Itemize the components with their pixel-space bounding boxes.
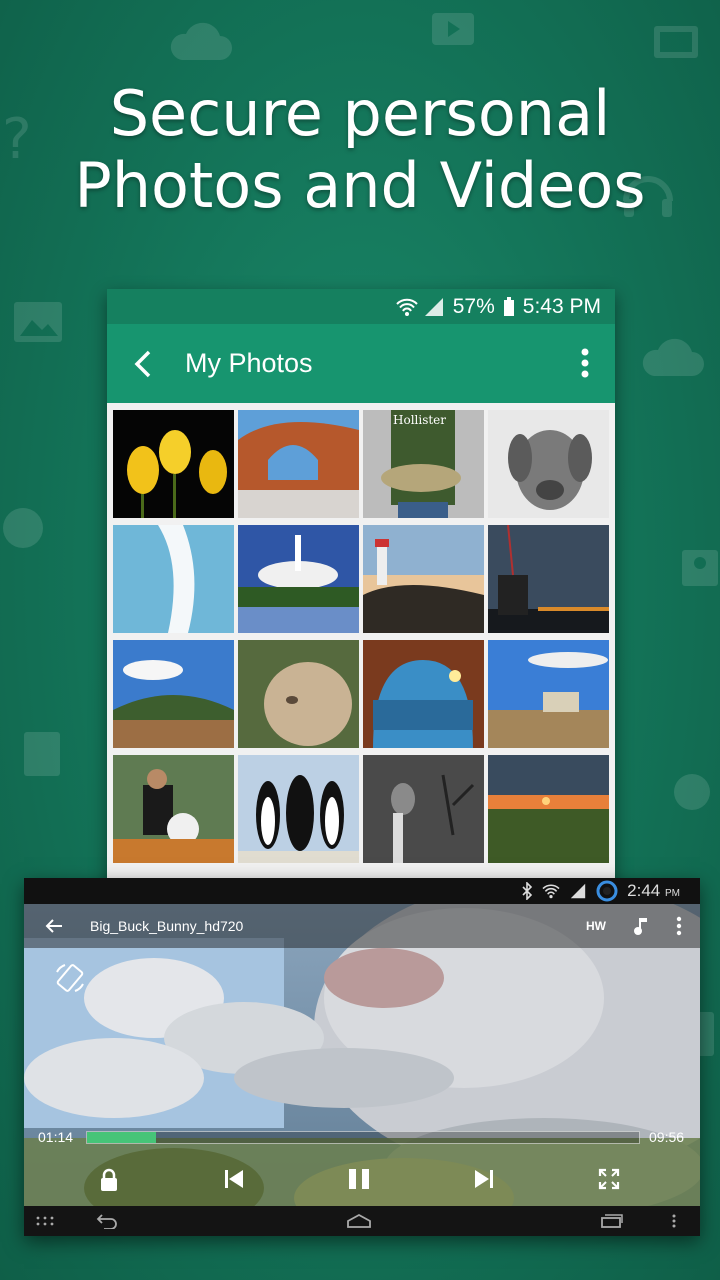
headline-line-2: Photos and Videos <box>74 149 646 222</box>
nav-menu-icon[interactable] <box>672 1214 676 1228</box>
status-bar: 57% 5:43 PM <box>107 289 615 324</box>
document-icon <box>24 732 60 776</box>
signal-icon <box>570 883 586 899</box>
seek-bar-fill <box>87 1131 156 1143</box>
cloud-icon-2 <box>642 338 704 376</box>
photo-sea-cave[interactable] <box>363 640 484 748</box>
photo-penguins[interactable] <box>238 755 359 863</box>
hw-decoder-button[interactable]: HW <box>586 919 606 933</box>
next-icon[interactable] <box>474 1168 494 1190</box>
playback-controls <box>24 1158 700 1202</box>
app-grid-icon[interactable] <box>36 1216 56 1226</box>
seek-bar[interactable] <box>86 1130 640 1144</box>
photo-grid: Hollister <box>113 410 609 863</box>
globe-icon <box>3 508 43 548</box>
app-bar: My Photos <box>107 324 615 403</box>
lock-icon[interactable] <box>99 1168 119 1192</box>
cloud-icon <box>170 22 232 60</box>
battery-percent: 57% <box>452 294 495 318</box>
photo-shuttle-launch[interactable] <box>238 525 359 633</box>
film-icon <box>654 26 698 58</box>
more-vert-icon[interactable] <box>676 916 682 936</box>
back-button[interactable] <box>107 349 179 379</box>
screen-rotate-icon[interactable] <box>54 962 86 994</box>
photo-hill-landscape[interactable] <box>113 640 234 748</box>
photo-observatory-night[interactable] <box>488 525 609 633</box>
photo-baseball-kid[interactable] <box>113 755 234 863</box>
photo-cat-tree[interactable] <box>363 755 484 863</box>
video-title: Big_Buck_Bunny_hd720 <box>90 918 244 934</box>
battery-icon <box>503 296 514 316</box>
video-status-bar: 2:44 PM <box>24 878 700 904</box>
video-icon <box>432 13 474 45</box>
photo-sunset-field[interactable] <box>488 755 609 863</box>
chevron-left-icon <box>134 350 151 377</box>
photo-dog[interactable] <box>488 410 609 518</box>
image-icon <box>14 302 62 342</box>
photo-fish-catch[interactable]: Hollister <box>363 410 484 518</box>
nav-back-icon[interactable] <box>96 1213 118 1229</box>
wifi-icon <box>542 884 560 899</box>
contact-icon <box>682 550 718 586</box>
photo-rock-arch[interactable] <box>238 410 359 518</box>
system-nav-bar <box>24 1206 700 1236</box>
video-status-time: 2:44 <box>627 881 661 900</box>
headline-line-1: Secure personal <box>109 77 611 150</box>
fullscreen-icon[interactable] <box>598 1168 620 1190</box>
total-time: 09:56 <box>649 1129 685 1145</box>
elapsed-time: 01:14 <box>38 1129 74 1145</box>
signal-icon <box>424 297 443 316</box>
overflow-menu-button[interactable] <box>581 348 589 383</box>
page-title: My Photos <box>185 348 313 378</box>
photo-lioness[interactable] <box>238 640 359 748</box>
nav-home-icon[interactable] <box>346 1213 372 1229</box>
wifi-icon <box>396 298 418 316</box>
audio-track-icon[interactable] <box>634 916 648 936</box>
photo-farm-house[interactable] <box>488 640 609 748</box>
pause-icon[interactable] <box>347 1168 371 1190</box>
more-vert-icon <box>581 348 589 378</box>
photos-screen: 57% 5:43 PM My Photos Hollister <box>107 289 615 889</box>
svg-text:Hollister: Hollister <box>393 413 446 427</box>
flower-icon <box>674 774 710 810</box>
previous-icon[interactable] <box>224 1168 244 1190</box>
status-time: 5:43 PM <box>522 294 601 318</box>
bluetooth-icon <box>522 882 533 900</box>
video-back-button[interactable] <box>24 918 84 934</box>
battery-ring-icon <box>596 880 618 902</box>
video-player-screen: 2:44 PM Big_Buck_Bunny_hd720 HW 01:14 09… <box>24 878 700 1236</box>
video-toolbar: Big_Buck_Bunny_hd720 HW <box>24 904 700 948</box>
photo-ice-wall[interactable] <box>113 525 234 633</box>
arrow-left-icon <box>45 919 62 933</box>
seek-bar-row: 01:14 09:56 <box>24 1122 700 1152</box>
photo-lighthouse[interactable] <box>363 525 484 633</box>
nav-recents-icon[interactable] <box>600 1214 624 1228</box>
headline: Secure personal Photos and Videos <box>0 78 720 222</box>
video-status-ampm: PM <box>665 888 680 899</box>
photo-tulips[interactable] <box>113 410 234 518</box>
